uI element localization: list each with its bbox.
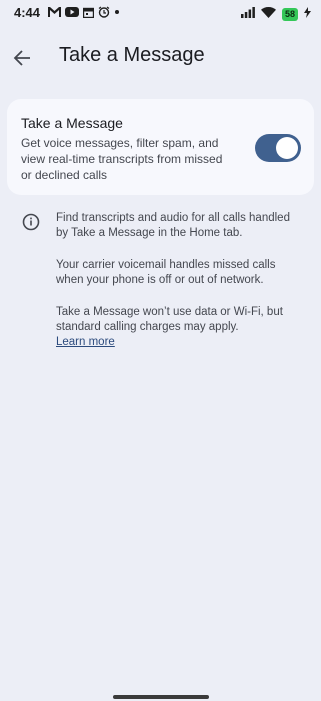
battery-icon: 58 xyxy=(281,7,298,21)
setting-description: Get voice messages, filter spam, and vie… xyxy=(21,136,223,182)
system-icons: 58 xyxy=(240,5,311,23)
gmail-icon xyxy=(48,7,61,17)
info-paragraph-3: Take a Message won’t use data or Wi-Fi, … xyxy=(56,305,292,350)
dot-icon xyxy=(114,9,120,15)
charging-icon xyxy=(304,5,311,23)
info-icon xyxy=(22,213,40,231)
calendar-icon xyxy=(83,7,94,18)
setting-title: Take a Message xyxy=(21,115,123,131)
status-bar: 4:44 58 xyxy=(0,0,321,26)
info-text: Find transcripts and audio for all calls… xyxy=(56,211,292,350)
take-a-message-card[interactable]: Take a Message Get voice messages, filte… xyxy=(7,99,314,195)
status-time: 4:44 xyxy=(14,5,41,20)
app-bar: Take a Message xyxy=(0,38,321,78)
toggle-knob xyxy=(276,137,298,159)
info-paragraph-2: Your carrier voicemail handles missed ca… xyxy=(56,259,276,286)
info-paragraph-1: Find transcripts and audio for all calls… xyxy=(56,212,290,239)
arrow-left-icon xyxy=(13,50,30,66)
notification-icons xyxy=(48,6,120,18)
youtube-icon xyxy=(65,7,79,17)
learn-more-link[interactable]: Learn more xyxy=(56,336,115,348)
wifi-icon xyxy=(260,5,276,23)
take-a-message-toggle[interactable] xyxy=(255,134,301,162)
info-paragraph-3-text: Take a Message won’t use data or Wi-Fi, … xyxy=(56,306,283,333)
home-indicator[interactable] xyxy=(113,695,209,699)
page-title: Take a Message xyxy=(59,44,205,66)
alarm-icon xyxy=(98,6,110,18)
back-button[interactable] xyxy=(10,46,34,70)
signal-icon xyxy=(240,5,255,23)
